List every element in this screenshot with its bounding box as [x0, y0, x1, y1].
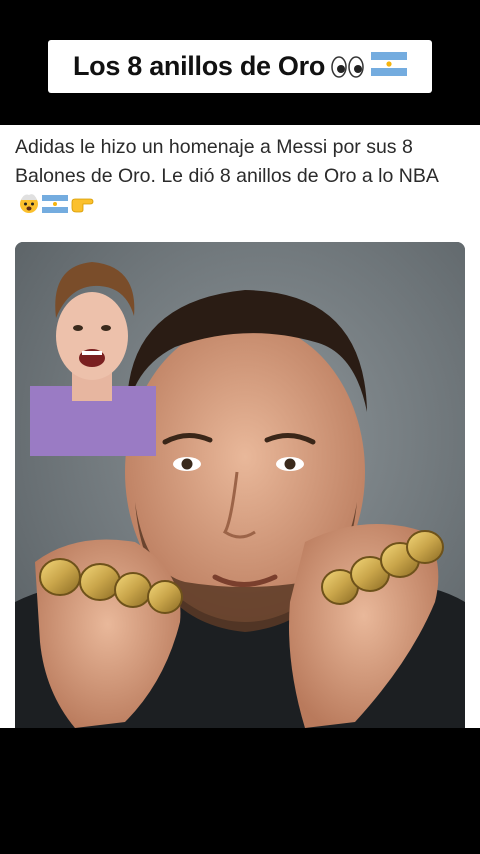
eyes-icon — [331, 55, 365, 78]
bottom-black-area — [0, 728, 480, 854]
pointing-right-icon — [70, 193, 94, 222]
title-banner: Los 8 anillos de Oro — [48, 40, 432, 93]
video-screen: Los 8 anillos de Oro Adidas le hizo un h… — [0, 0, 480, 854]
post-caption: Adidas le hizo un homenaje a Messi por s… — [15, 136, 438, 187]
exploding-head-icon — [18, 192, 40, 223]
post-text: Adidas le hizo un homenaje a Messi por s… — [15, 133, 465, 223]
facecam-overlay — [30, 256, 156, 456]
argentina-flag-icon — [371, 52, 408, 81]
argentina-flag-icon — [42, 193, 68, 222]
post-emojis — [18, 192, 94, 223]
banner-title: Los 8 anillos de Oro — [72, 51, 326, 81]
